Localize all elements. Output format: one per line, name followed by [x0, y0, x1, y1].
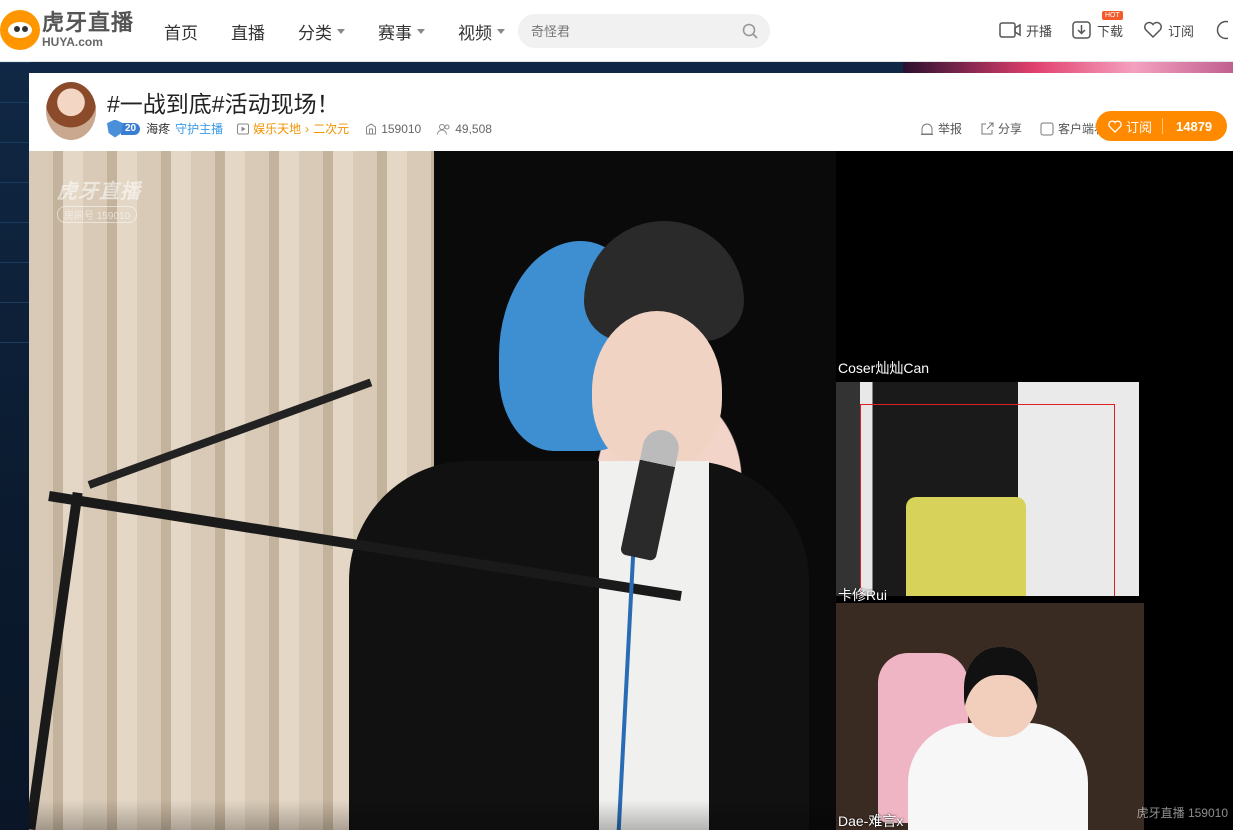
chevron-right-icon: › — [305, 121, 310, 136]
nav-live[interactable]: 直播 — [231, 19, 265, 44]
main-stream-video[interactable]: 虎牙直播 房间号 159010 — [29, 151, 836, 830]
top-navigation-bar: 虎牙直播 HUYA.com 首页 直播 分类 赛事 视频 开播 — [0, 0, 1233, 62]
checkbox-icon — [1040, 122, 1054, 135]
clock-icon — [1216, 20, 1228, 40]
search-icon[interactable] — [742, 23, 758, 39]
stream-watermark: 虎牙直播 房间号 159010 — [57, 181, 141, 223]
users-icon — [437, 123, 450, 135]
room-icon — [366, 122, 377, 134]
corner-watermark: 虎牙直播 159010 — [1136, 806, 1228, 820]
chevron-down-icon — [337, 29, 345, 34]
subcategory-link[interactable]: 二次元 — [313, 120, 349, 137]
play-icon — [237, 123, 250, 134]
subscribe-button[interactable]: 订阅 14879 — [1096, 111, 1227, 141]
video-player[interactable]: 虎牙直播 房间号 159010 Coser灿灿Can 卡修Rui Dae-难言x… — [29, 151, 1233, 830]
top-actions: 开播 下载 HOT 订阅 — [979, 10, 1233, 40]
history-button[interactable] — [1214, 20, 1233, 40]
host-level-badge: 20 — [107, 119, 141, 138]
alarm-icon — [920, 123, 933, 135]
category-link[interactable]: 娱乐天地 — [253, 120, 301, 137]
logo-text-cn: 虎牙直播 — [42, 10, 135, 35]
download-button[interactable]: 下载 HOT — [1072, 10, 1123, 40]
share-button[interactable]: 分享 — [980, 120, 1022, 137]
selection-frame — [860, 404, 1115, 596]
room-actions: 举报 分享 客户端看 — [902, 120, 1106, 137]
guest-video-1[interactable] — [836, 382, 1139, 596]
download-icon — [1072, 21, 1091, 39]
guest-name: Coser灿灿Can — [838, 360, 930, 376]
share-icon — [981, 122, 994, 134]
guest-name: Dae-难言x — [838, 813, 904, 829]
room-header: #一战到底#活动现场！ 20 海疼 守护主播 娱乐天地 › 二次元 159010 — [29, 73, 1233, 151]
huya-logo-icon — [0, 10, 40, 50]
guest-streams: Coser灿灿Can 卡修Rui Dae-难言x — [836, 349, 1146, 830]
shield-icon — [107, 119, 123, 138]
nav-events[interactable]: 赛事 — [378, 19, 425, 44]
subscriptions-button[interactable]: 订阅 — [1143, 21, 1194, 40]
chevron-down-icon — [417, 29, 425, 34]
camera-icon — [999, 22, 1021, 38]
nav-videos[interactable]: 视频 — [458, 19, 505, 44]
guest-video-2[interactable] — [836, 603, 1144, 830]
heart-plus-icon — [1108, 119, 1122, 133]
guard-host-link[interactable]: 守护主播 — [175, 120, 223, 137]
room-title: #一战到底#活动现场！ — [107, 91, 340, 117]
chevron-down-icon — [497, 29, 505, 34]
nav-category[interactable]: 分类 — [298, 19, 345, 44]
room-id: 159010 — [365, 122, 421, 136]
nav-home[interactable]: 首页 — [164, 19, 198, 44]
search-box — [518, 14, 770, 48]
search-input[interactable] — [518, 14, 718, 48]
site-logo[interactable]: 虎牙直播 HUYA.com — [0, 10, 134, 50]
hot-badge: HOT — [1101, 10, 1123, 20]
report-button[interactable]: 举报 — [920, 120, 962, 137]
heart-icon — [1144, 21, 1162, 39]
logo-text-en: HUYA.com — [42, 35, 103, 49]
guest-name: 卡修Rui — [838, 587, 888, 603]
host-name[interactable]: 海疼 — [146, 120, 170, 137]
host-avatar[interactable] — [46, 82, 96, 140]
subscriber-count: 14879 — [1176, 118, 1213, 134]
broadcast-button[interactable]: 开播 — [999, 21, 1052, 40]
viewer-count: 49,508 — [437, 122, 492, 136]
room-meta: 20 海疼 守护主播 娱乐天地 › 二次元 159010 49,508 — [107, 119, 508, 138]
main-nav: 首页 直播 分类 赛事 视频 — [164, 19, 538, 44]
